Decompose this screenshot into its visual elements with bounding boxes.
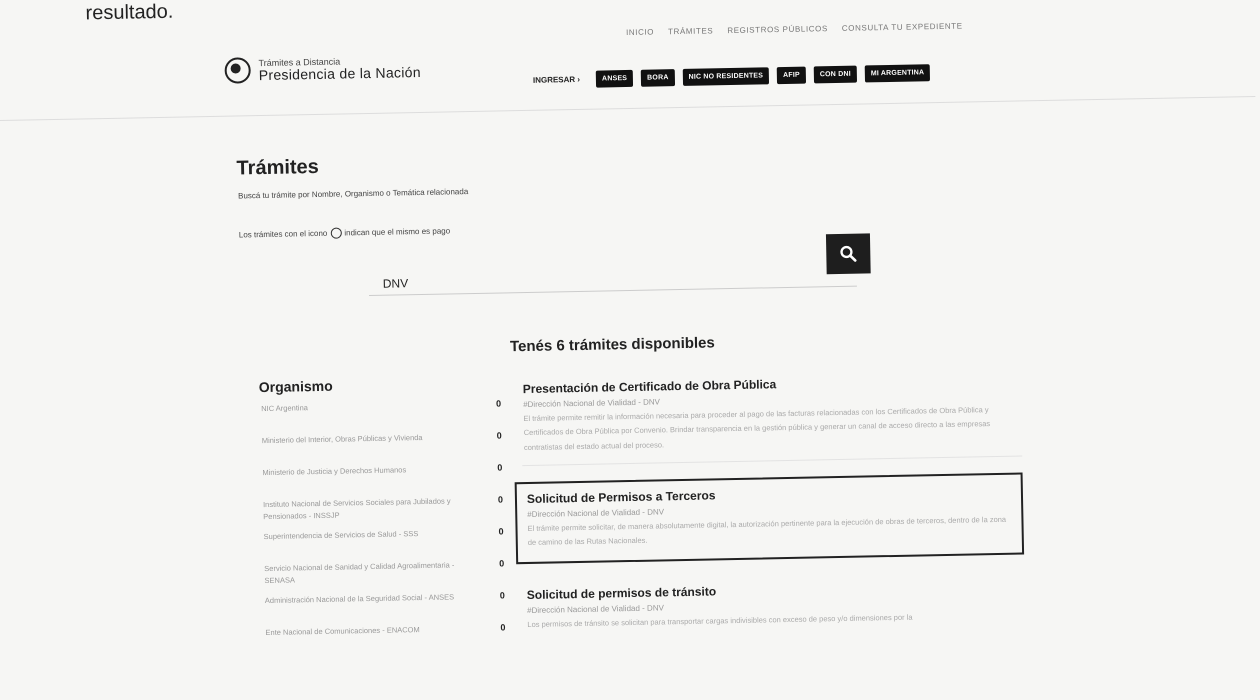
paid-coin-icon [330, 227, 342, 239]
login-nic-button[interactable]: NIC NO RESIDENTES [682, 67, 770, 86]
header-divider [0, 95, 1256, 122]
page: resultado. Trámites a Distancia Presiden… [0, 0, 1260, 700]
page-fragment-text: resultado. [85, 0, 174, 25]
site-logo[interactable]: Trámites a Distancia Presidencia de la N… [224, 54, 421, 84]
organismo-name: Superintendencia de Servicios de Salud -… [263, 529, 419, 542]
organismo-name: NIC Argentina [261, 403, 308, 414]
paid-note-after: indican que el mismo es pago [344, 226, 451, 238]
results-count: Tenés 6 trámites disponibles [509, 334, 715, 356]
organismo-name: Ente Nacional de Comunicaciones - ENACOM [265, 625, 420, 638]
login-afip-button[interactable]: AFIP [776, 66, 807, 85]
organismo-count: 0 [496, 430, 502, 441]
logo-line2: Presidencia de la Nación [258, 63, 421, 83]
result-description: El trámite permite solicitar, de manera … [527, 514, 1007, 547]
organismo-item[interactable]: Ministerio del Interior, Obras Públicas … [262, 430, 502, 463]
ingresar-label[interactable]: INGRESAR › [533, 75, 580, 85]
organismo-item[interactable]: NIC Argentina 0 [261, 398, 501, 431]
organismo-count: 0 [496, 398, 502, 409]
organismo-item[interactable]: Superintendencia de Servicios de Salud -… [264, 526, 504, 559]
result-card-highlighted[interactable]: Solicitud de Permisos a Terceros #Direcc… [514, 472, 1025, 565]
organismo-count: 0 [499, 558, 505, 569]
organismo-count: 0 [498, 526, 504, 537]
organismo-item[interactable]: Administración Nacional de la Seguridad … [265, 590, 505, 623]
organismo-item[interactable]: Ente Nacional de Comunicaciones - ENACOM… [265, 622, 505, 655]
result-card[interactable]: Solicitud de permisos de tránsito #Direc… [525, 571, 1026, 643]
search-button[interactable] [825, 233, 871, 275]
results-list: Presentación de Certificado de Obra Públ… [514, 364, 1026, 659]
organismo-count: 0 [497, 494, 504, 505]
organismo-count: 0 [499, 590, 505, 601]
result-description: El trámite permite remitir la informació… [523, 405, 991, 452]
nav-registros-publicos[interactable]: REGISTROS PÚBLICOS [727, 24, 828, 35]
organismo-name: Ministerio del Interior, Obras Públicas … [261, 433, 423, 446]
page-subtitle: Buscá tu trámite por Nombre, Organismo o… [238, 187, 469, 201]
paid-note-before: Los trámites con el icono [238, 228, 328, 240]
nav-tramites[interactable]: TRÁMITES [668, 26, 713, 36]
organismo-item[interactable]: Servicio Nacional de Sanidad y Calidad A… [264, 558, 504, 591]
login-anses-button[interactable]: ANSES [595, 69, 634, 88]
organismo-name: Administración Nacional de la Seguridad … [264, 592, 455, 606]
nav-consulta-expediente[interactable]: CONSULTA TU EXPEDIENTE [842, 22, 963, 33]
login-options: INGRESAR › ANSES BORA NIC NO RESIDENTES … [533, 64, 931, 89]
search-area [368, 233, 879, 305]
paid-note: Los trámites con el icono indican que el… [239, 225, 451, 240]
organismo-filter-list: NIC Argentina 0 Ministerio del Interior,… [261, 398, 506, 659]
organismo-count: 0 [497, 462, 503, 473]
top-navigation: INICIO TRÁMITES REGISTROS PÚBLICOS CONSU… [626, 22, 963, 37]
sidebar-title: Organismo [258, 377, 333, 396]
login-bora-button[interactable]: BORA [640, 69, 675, 87]
organismo-name: Servicio Nacional de Sanidad y Calidad A… [264, 560, 455, 586]
page-title: Trámites [236, 155, 320, 180]
organismo-name: Instituto Nacional de Servicios Sociales… [262, 496, 451, 522]
organismo-item[interactable]: Instituto Nacional de Servicios Sociales… [263, 494, 503, 527]
organismo-name: Ministerio de Justicia y Derechos Humano… [262, 465, 407, 478]
result-card[interactable]: Presentación de Certificado de Obra Públ… [520, 364, 1023, 466]
argentina-seal-icon [224, 57, 251, 84]
nav-inicio[interactable]: INICIO [626, 27, 654, 37]
login-dni-button[interactable]: CON DNI [813, 65, 857, 84]
search-input[interactable] [368, 263, 857, 297]
search-icon [840, 245, 857, 262]
organismo-count: 0 [500, 622, 506, 633]
organismo-item[interactable]: Ministerio de Justicia y Derechos Humano… [262, 462, 502, 495]
login-mi-argentina-button[interactable]: MI ARGENTINA [864, 64, 931, 83]
